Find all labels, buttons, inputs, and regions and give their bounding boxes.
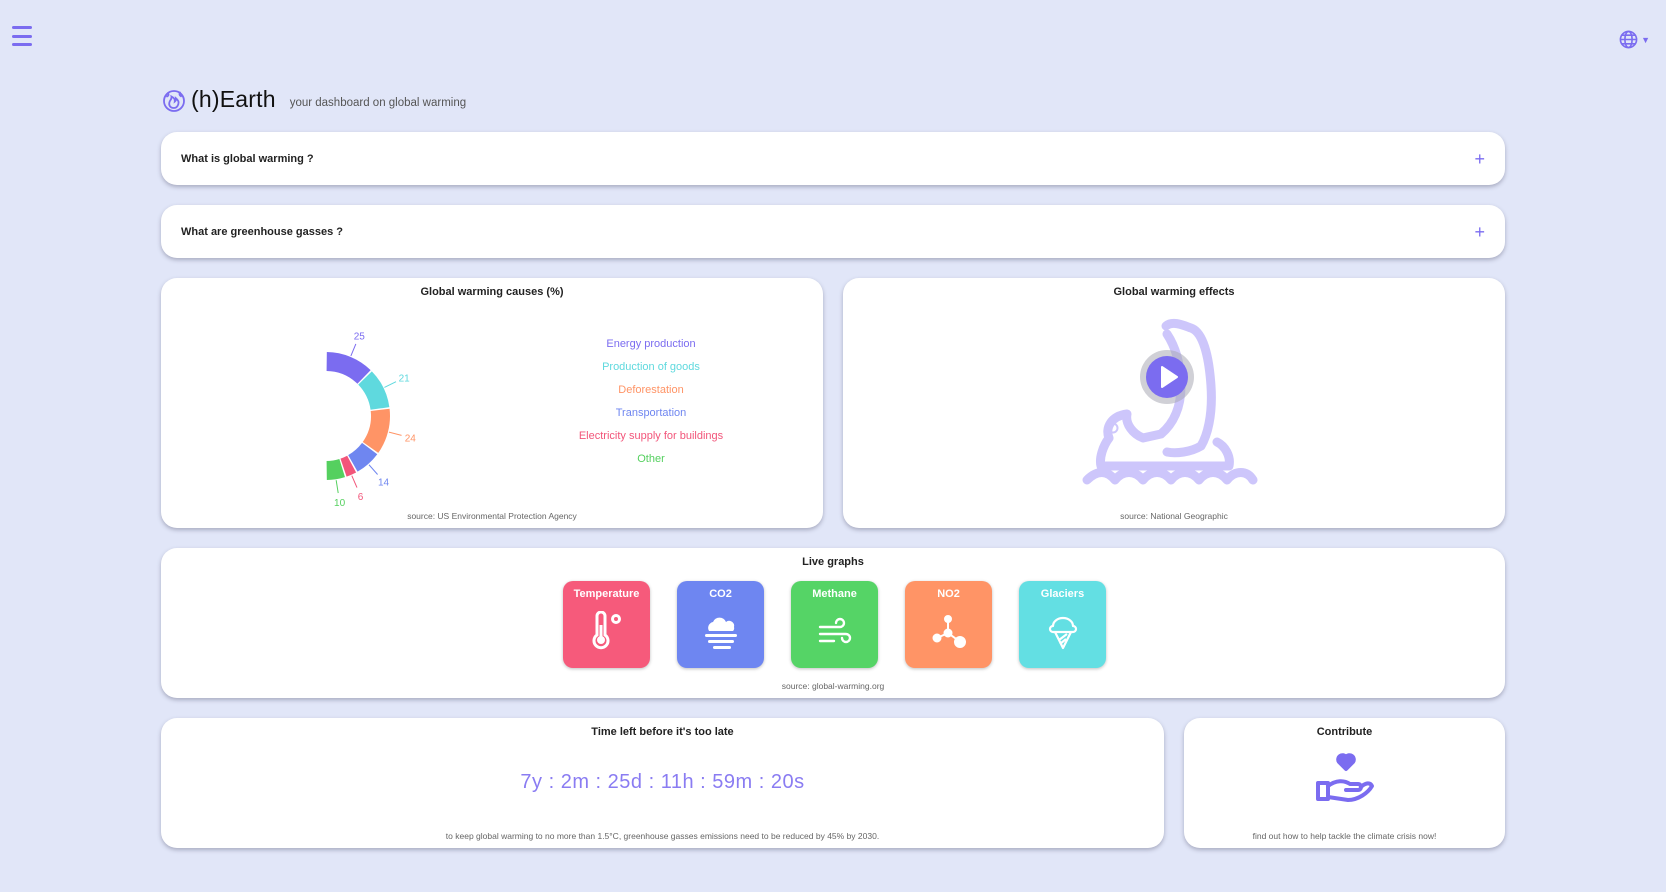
hand-heart-icon[interactable] xyxy=(1314,753,1376,805)
slice-leader-line xyxy=(350,343,357,357)
smog-icon xyxy=(705,617,737,649)
causes-legend: Energy production Production of goods Defo… xyxy=(556,333,746,471)
tile-label: NO2 xyxy=(937,588,960,600)
temperature-tile[interactable]: Temperature xyxy=(563,581,650,668)
slice-deforestation[interactable] xyxy=(362,408,390,453)
video-play-button[interactable] xyxy=(1140,350,1194,404)
effects-title: Global warming effects xyxy=(1113,286,1235,298)
legend-item[interactable]: Other xyxy=(556,448,746,471)
tile-label: CO2 xyxy=(709,588,732,600)
co2-tile[interactable]: CO2 xyxy=(677,581,764,668)
time-left-title: Time left before it's too late xyxy=(591,726,734,738)
slice-leader-line xyxy=(368,464,378,475)
effects-card: Global warming effects source: National … xyxy=(843,278,1505,528)
contribute-card[interactable]: Contribute find out how to help tackle t… xyxy=(1184,718,1505,848)
expand-plus-icon[interactable]: + xyxy=(1474,150,1485,168)
menu-icon[interactable] xyxy=(12,26,32,46)
thermometer-icon xyxy=(592,611,621,650)
slice-value-label: 10 xyxy=(334,498,346,509)
chevron-down-icon: ▼ xyxy=(1641,34,1650,45)
brand-name: (h)Earth xyxy=(191,86,276,112)
tile-label: Temperature xyxy=(573,588,640,600)
wind-icon xyxy=(818,617,852,644)
tile-label: Glaciers xyxy=(1040,588,1085,600)
faq-question: What is global warming ? xyxy=(181,152,314,165)
contribute-title: Contribute xyxy=(1316,726,1373,738)
time-left-note: to keep global warming to no more than 1… xyxy=(445,831,880,841)
slice-leader-line xyxy=(335,480,339,494)
glaciers-tile[interactable]: Glaciers xyxy=(1019,581,1106,668)
causes-card: Global warming causes (%) 25 21 24 14 6 10 En… xyxy=(161,278,823,528)
methane-tile[interactable]: Methane xyxy=(791,581,878,668)
slice-value-label: 25 xyxy=(354,332,366,343)
live-graphs-source: source: global-warming.org xyxy=(781,681,885,691)
slice-leader-line xyxy=(351,475,358,488)
causes-source: source: US Environmental Protection Agen… xyxy=(407,511,577,521)
legend-item[interactable]: Production of goods xyxy=(556,356,746,379)
slice-value-label: 14 xyxy=(378,477,390,488)
causes-title: Global warming causes (%) xyxy=(420,286,564,298)
expand-plus-icon[interactable]: + xyxy=(1474,223,1485,241)
live-graphs-card: Live graphs Temperature CO2 Methane NO2 xyxy=(161,548,1505,698)
effects-source: source: National Geographic xyxy=(1120,511,1228,521)
faq-global-warming[interactable]: What is global warming ? + xyxy=(161,132,1505,185)
earth-flame-logo-icon xyxy=(163,89,185,112)
globe-icon xyxy=(1619,30,1638,49)
legend-item[interactable]: Energy production xyxy=(556,333,746,356)
countdown-timer: 7y : 2m : 25d : 11h : 59m : 20s xyxy=(520,771,805,793)
play-icon xyxy=(1161,366,1178,388)
language-selector[interactable]: ▼ xyxy=(1619,30,1650,49)
live-graphs-title: Live graphs xyxy=(802,556,864,568)
slice-leader-line xyxy=(384,381,397,388)
polar-bear-icon xyxy=(1082,318,1258,485)
slice-value-label: 6 xyxy=(358,492,364,503)
causes-donut-chart: 25 21 24 14 6 10 xyxy=(326,332,417,509)
faq-greenhouse-gasses[interactable]: What are greenhouse gasses ? + xyxy=(161,205,1505,258)
tile-label: Methane xyxy=(812,588,857,600)
slice-leader-line xyxy=(388,431,402,436)
slice-value-label: 24 xyxy=(405,434,417,445)
app-header: (h)Earth your dashboard on global warmin… xyxy=(161,86,466,113)
slice-value-label: 21 xyxy=(399,374,411,385)
no2-tile[interactable]: NO2 xyxy=(905,581,992,668)
legend-item[interactable]: Electricity supply for buildings xyxy=(556,425,746,448)
legend-item[interactable]: Deforestation xyxy=(556,379,746,402)
faq-question: What are greenhouse gasses ? xyxy=(181,225,343,238)
ice-cream-icon xyxy=(1048,616,1078,650)
time-left-card: Time left before it's too late 7y : 2m :… xyxy=(161,718,1164,848)
legend-item[interactable]: Transportation xyxy=(556,402,746,425)
contribute-note: find out how to help tackle the climate … xyxy=(1252,831,1437,841)
tagline: your dashboard on global warming xyxy=(289,96,467,109)
molecule-icon xyxy=(932,615,966,648)
